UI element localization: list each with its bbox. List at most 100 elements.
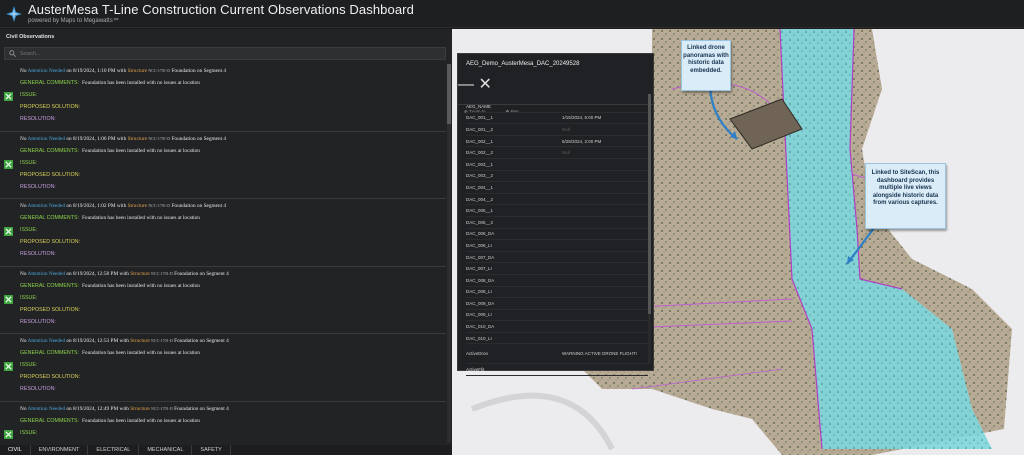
observations-panel: Civil Observations No Attention Needed o…: [0, 29, 452, 455]
list-scrollbar[interactable]: [447, 64, 451, 442]
attribute-name: DAC_007_DA: [466, 254, 495, 260]
attribute-name: ActiveDron: [466, 351, 489, 357]
observation-marker-icon: [4, 362, 13, 371]
attribute-name: DAC_005__2: [466, 219, 494, 225]
resolution-label: RESOLUTION:: [20, 116, 56, 122]
tab-electrical[interactable]: ELECTRICAL: [88, 445, 140, 455]
attribute-name: ActiveFlit: [466, 367, 485, 373]
attribute-row: DAC_002__2 Null: [466, 147, 648, 159]
observation-item[interactable]: No Attention Needed on 8/19/2024, 1:06 P…: [0, 132, 446, 199]
general-comments: GENERAL COMMENTS: Foundation has been ins…: [20, 282, 200, 289]
category-tabs: CIVIL ENVIRONMENT ELECTRICAL MECHANICAL …: [0, 445, 452, 455]
search-icon: [9, 50, 16, 57]
attribute-name: DAC_010_DA: [466, 324, 495, 330]
attribute-row: DAC_001__1 1/15/2024, 6:00 PM: [466, 113, 648, 125]
attribute-row: DAC_005__1: [466, 205, 648, 217]
popup-title: AEG_Demo_AusterMesa_DAC_20249528: [466, 61, 580, 67]
attribute-name: DAC_008_DA: [466, 277, 495, 283]
panel-title: Civil Observations: [6, 34, 55, 40]
observation-marker-icon: [4, 92, 13, 101]
attribute-row: DAC_006_DA: [466, 229, 648, 241]
observation-item[interactable]: No Attention Needed on 8/19/2024, 1:10 P…: [0, 64, 446, 132]
sitescan-callout: Linked to SiteScan, this dashboard provi…: [865, 163, 946, 229]
attribute-name: DAC_004__1: [466, 184, 494, 190]
attribute-name: DAC_001__2: [466, 126, 494, 132]
observation-item[interactable]: No Attention Needed on 8/19/2024, 12:49 …: [0, 402, 446, 443]
issue-label: ISSUE:: [20, 92, 38, 98]
proposed-solution-label: PROPOSED SOLUTION:: [20, 239, 81, 245]
issue-label: ISSUE:: [20, 362, 38, 368]
attribute-value: 1/15/2024, 6:00 PM: [562, 115, 602, 121]
attribute-popup[interactable]: AEG_Demo_AusterMesa_DAC_20249528 — ✕ ⊕ Z…: [457, 53, 654, 377]
observation-header: No Attention Needed on 8/19/2024, 1:10 P…: [20, 68, 227, 74]
tab-civil[interactable]: CIVIL: [0, 445, 31, 455]
observation-header: No Attention Needed on 8/19/2024, 1:06 P…: [20, 135, 227, 142]
observation-item[interactable]: No Attention Needed on 8/19/2024, 12:58 …: [0, 267, 446, 334]
attribute-row: DAC_003__1: [466, 159, 648, 171]
observation-marker-icon: [4, 159, 13, 169]
attribute-value: Null: [562, 150, 570, 156]
search-input[interactable]: [20, 50, 420, 57]
observation-header: No Attention Needed on 8/19/2024, 12:58 …: [20, 270, 229, 277]
attribute-row: DAC_009_DA: [466, 298, 648, 310]
general-comments: GENERAL COMMENTS: Foundation has been ins…: [20, 350, 200, 356]
attribute-name: DAC_001__1: [466, 115, 494, 121]
tab-safety[interactable]: SAFETY: [192, 445, 231, 455]
close-icon[interactable]: ✕: [478, 76, 491, 93]
attribute-row: ActiveFlit: [466, 364, 648, 377]
resolution-label: RESOLUTION:: [20, 251, 56, 257]
observation-item[interactable]: No Attention Needed on 8/19/2024, 12:53 …: [0, 334, 446, 402]
attribute-name: AEG_NAME: [466, 103, 492, 109]
popup-scrollbar[interactable]: [648, 94, 651, 364]
resolution-label: RESOLUTION:: [20, 183, 56, 190]
attribute-row: DAC_007_LI: [466, 263, 648, 275]
attribute-row: ActiveDron WARNING ACTIVE DRONE FLIGHT!: [466, 344, 648, 365]
tab-environment[interactable]: ENVIRONMENT: [31, 445, 89, 455]
general-comments: GENERAL COMMENTS: Foundation has been ins…: [20, 80, 200, 86]
attribute-name: DAC_003__1: [466, 161, 494, 167]
observation-marker-icon: [4, 227, 13, 236]
attribute-name: DAC_008_LI: [466, 289, 492, 295]
observation-item[interactable]: No Attention Needed on 8/19/2024, 1:02 P…: [0, 199, 446, 267]
attribute-name: DAC_009_LI: [466, 312, 492, 318]
attribute-row: DAC_008_LI: [466, 287, 648, 299]
proposed-solution-label: PROPOSED SOLUTION:: [20, 306, 81, 313]
attribute-name: DAC_002__1: [466, 138, 494, 144]
general-comments: GENERAL COMMENTS: Foundation has been ins…: [20, 215, 200, 221]
dashboard-app: AusterMesa T-Line Construction Current O…: [0, 0, 1024, 455]
attribute-value: Null: [562, 126, 570, 132]
attribute-row: DAC_010_LI: [466, 333, 648, 345]
issue-label: ISSUE:: [20, 429, 38, 436]
observation-header: No Attention Needed on 8/19/2024, 12:53 …: [20, 338, 229, 344]
minimize-icon[interactable]: —: [458, 76, 474, 93]
attribute-name: DAC_006_LI: [466, 242, 492, 248]
general-comments: GENERAL COMMENTS: Foundation has been ins…: [20, 147, 200, 154]
proposed-solution-label: PROPOSED SOLUTION:: [20, 374, 81, 380]
app-header: AusterMesa T-Line Construction Current O…: [0, 0, 1024, 28]
proposed-solution-label: [20, 442, 446, 443]
attribute-row: DAC_001__2 Null: [466, 124, 648, 136]
app-title: AusterMesa T-Line Construction Current O…: [28, 2, 414, 17]
attribute-name: DAC_010_LI: [466, 335, 492, 341]
attribute-row: DAC_004__2: [466, 194, 648, 206]
attribute-table: AEG_NAME DAC_001__1 1/15/2024, 6:00 PM DAC_…: [466, 101, 648, 377]
attribute-row: DAC_009_LI: [466, 310, 648, 322]
attribute-name: DAC_009_DA: [466, 300, 495, 306]
attribute-row: DAC_005__2: [466, 217, 648, 229]
observation-list: No Attention Needed on 8/19/2024, 1:10 P…: [0, 64, 446, 442]
proposed-solution-label: PROPOSED SOLUTION:: [20, 104, 81, 110]
attribute-row: DAC_010_DA: [466, 321, 648, 333]
resolution-label: RESOLUTION:: [20, 386, 56, 392]
attribute-row: AEG_NAME: [466, 101, 648, 113]
tab-mechanical[interactable]: MECHANICAL: [139, 445, 193, 455]
attribute-name: DAC_007_LI: [466, 266, 492, 272]
app-logo-icon: [6, 5, 22, 22]
attribute-row: DAC_007_DA: [466, 252, 648, 264]
search-bar[interactable]: [4, 47, 446, 60]
attribute-name: DAC_002__2: [466, 150, 494, 156]
attribute-row: DAC_004__1: [466, 182, 648, 194]
issue-label: ISSUE:: [20, 294, 38, 301]
issue-label: ISSUE:: [20, 227, 38, 233]
attribute-value: 5/28/2024, 2:00 PM: [562, 138, 602, 144]
observation-header: No Attention Needed on 8/19/2024, 12:49 …: [20, 405, 229, 412]
